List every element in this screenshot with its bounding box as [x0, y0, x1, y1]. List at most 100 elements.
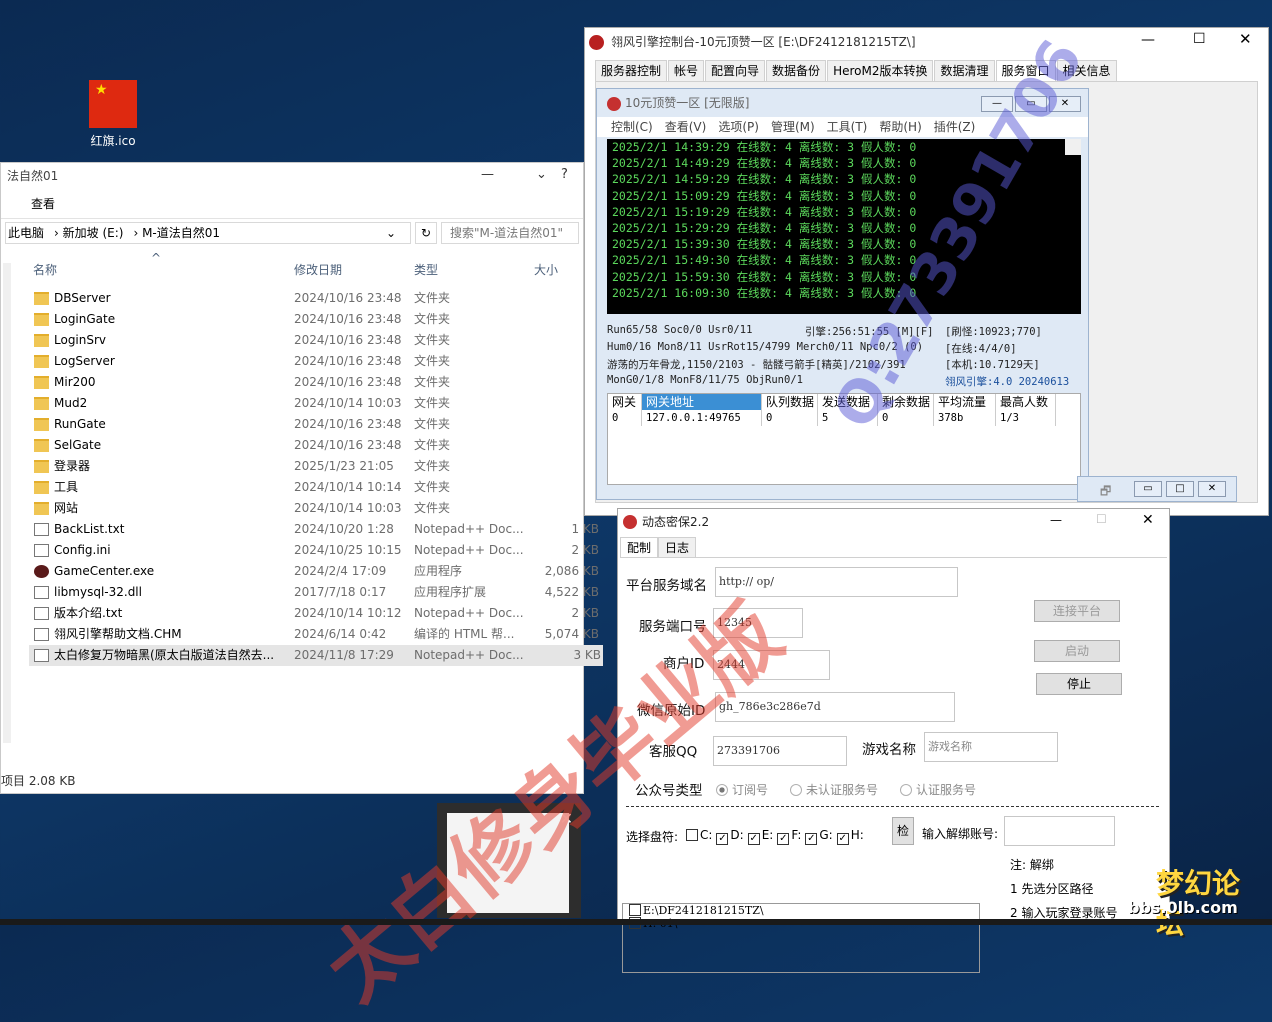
qq-input[interactable]: 273391706: [713, 736, 847, 766]
connect-button[interactable]: 连接平台: [1034, 600, 1120, 622]
menu-item[interactable]: 插件(Z): [934, 120, 976, 134]
file-type: 应用程序扩展: [414, 585, 487, 599]
file-type: 文件夹: [414, 291, 451, 305]
menu-item[interactable]: 工具(T): [827, 120, 868, 134]
menu-item[interactable]: 选项(P): [718, 120, 759, 134]
tab-log[interactable]: 日志: [658, 537, 697, 558]
file-name: libmysql-32.dll: [54, 585, 142, 599]
chevron-down-icon[interactable]: ⌄: [386, 223, 396, 243]
file-row[interactable]: DBServer 2024/10/16 23:48 文件夹: [1, 288, 583, 309]
gateway-header[interactable]: 队列数据: [762, 394, 818, 410]
col-date[interactable]: 修改日期: [294, 261, 342, 278]
scrollbar[interactable]: [1065, 139, 1081, 156]
breadcrumb[interactable]: 此电脑 › 新加坡 (E:) › M-道法自然01 ⌄: [5, 222, 411, 244]
stop-button[interactable]: 停止: [1036, 673, 1122, 695]
file-icon: [34, 628, 49, 641]
radio-subscription[interactable]: 订阅号: [716, 781, 768, 798]
file-size: 2 KB: [571, 606, 599, 620]
restore-icon[interactable]: ▭: [1134, 481, 1162, 497]
drive-checkbox[interactable]: C:: [682, 828, 712, 842]
maximize-icon[interactable]: □: [1166, 481, 1194, 497]
engine-tab[interactable]: 数据清理: [934, 60, 995, 81]
menu-item[interactable]: 控制(C): [611, 120, 653, 134]
file-row[interactable]: LogServer 2024/10/16 23:48 文件夹: [1, 351, 583, 372]
file-row[interactable]: 网站 2024/10/14 10:03 文件夹: [1, 498, 583, 519]
tab-config[interactable]: 配制: [620, 537, 659, 558]
gateway-header[interactable]: 最高人数: [996, 394, 1056, 410]
file-row[interactable]: 登录器 2025/1/23 21:05 文件夹: [1, 456, 583, 477]
engine-tab[interactable]: HeroM2版本转换: [827, 60, 934, 81]
close-icon[interactable]: ✕: [1239, 30, 1252, 48]
menu-item[interactable]: 管理(M): [771, 120, 815, 134]
folder-icon: [34, 292, 49, 305]
radio-unverified[interactable]: 未认证服务号: [790, 781, 878, 798]
file-row[interactable]: 工具 2024/10/14 10:14 文件夹: [1, 477, 583, 498]
drive-checkbox[interactable]: ✓ D:: [712, 828, 744, 845]
file-row[interactable]: GameCenter.exe 2024/2/4 17:09 应用程序 2,086 KB: [1, 561, 599, 582]
close-icon[interactable]: ✕: [1142, 512, 1154, 528]
file-row[interactable]: BackList.txt 2024/10/20 1:28 Notepad++ Doc…: [1, 519, 599, 540]
file-row[interactable]: LoginSrv 2024/10/16 23:48 文件夹: [1, 330, 583, 351]
refresh-icon[interactable]: ↻: [415, 222, 437, 244]
radio-verified[interactable]: 认证服务号: [900, 781, 976, 798]
file-row[interactable]: libmysql-32.dll 2017/7/18 0:17 应用程序扩展 4,522…: [1, 582, 599, 603]
breadcrumb-item[interactable]: 新加坡 (E:): [63, 226, 124, 240]
engine-tab[interactable]: 数据备份: [766, 60, 827, 81]
chevron-down-icon[interactable]: ⌄: [536, 167, 547, 182]
close-icon[interactable]: ✕: [1198, 481, 1226, 497]
gateway-header[interactable]: 网关: [608, 394, 642, 410]
col-type[interactable]: 类型: [414, 261, 438, 278]
scrollbar[interactable]: [3, 263, 11, 743]
path-list[interactable]: E:\DF2412181215TZ\H: 01\: [622, 903, 980, 973]
drive-checkbox[interactable]: ✓ F:: [773, 828, 801, 845]
maximize-icon[interactable]: ☐: [1193, 31, 1206, 47]
file-name: 登录器: [54, 459, 91, 473]
breadcrumb-item[interactable]: 此电脑: [8, 226, 44, 240]
file-row[interactable]: Mir200 2024/10/16 23:48 文件夹: [1, 372, 583, 393]
engine-tab[interactable]: 帐号: [668, 60, 705, 81]
minimized-title: 🗗: [1100, 484, 1112, 498]
engine-tab[interactable]: 配置向导: [705, 60, 766, 81]
menu-item[interactable]: 查看(V): [665, 120, 707, 134]
drive-checkbox[interactable]: ✓ G:: [801, 828, 833, 845]
file-type: 文件夹: [414, 312, 451, 326]
drive-checkbox[interactable]: ✓ E:: [744, 828, 773, 845]
start-button[interactable]: 启动: [1034, 640, 1120, 662]
platform-input[interactable]: http:// op/: [715, 567, 958, 597]
file-row[interactable]: RunGate 2024/10/16 23:48 文件夹: [1, 414, 583, 435]
file-row[interactable]: 翎风引擎帮助文档.CHM 2024/6/14 0:42 编译的 HTML 帮... 5…: [1, 624, 599, 645]
file-row[interactable]: LoginGate 2024/10/16 23:48 文件夹: [1, 309, 583, 330]
file-name: 版本介绍.txt: [54, 606, 123, 620]
gateway-header[interactable]: 平均流量: [934, 394, 996, 410]
col-size[interactable]: 大小: [534, 261, 558, 278]
explorer-menu-view[interactable]: 查看: [1, 189, 583, 219]
engine-tab[interactable]: 服务器控制: [595, 60, 668, 81]
menu-item[interactable]: 帮助(H): [879, 120, 921, 134]
minimize-icon[interactable]: —: [481, 167, 494, 182]
gateway-header[interactable]: 网关地址: [642, 394, 762, 410]
log-line: 2025/2/1 15:29:29 在线数: 4 离线数: 3 假人数: 0: [612, 220, 917, 235]
file-row[interactable]: SelGate 2024/10/16 23:48 文件夹: [1, 435, 583, 456]
minimized-window[interactable]: 🗗 ▭ □ ✕: [1077, 476, 1237, 502]
file-size: 2,086 KB: [544, 564, 599, 578]
col-name[interactable]: 名称: [33, 261, 57, 278]
file-row[interactable]: 太白修复万物暗黑(原太白版道法自然去... 2024/11/8 17:29 Note…: [29, 645, 603, 666]
file-row[interactable]: Mud2 2024/10/14 10:03 文件夹: [1, 393, 583, 414]
check-button[interactable]: 检: [892, 817, 914, 845]
desktop-icon-flag[interactable]: ★ 红旗.ico: [78, 80, 148, 149]
path-text: E:\DF2412181215TZ\: [643, 904, 764, 917]
help-icon[interactable]: ?: [561, 167, 568, 182]
drive-checkbox[interactable]: ✓ H:: [833, 828, 864, 845]
file-row[interactable]: 版本介绍.txt 2024/10/14 10:12 Notepad++ Doc...…: [1, 603, 599, 624]
unbind-input[interactable]: [1004, 816, 1115, 846]
file-row[interactable]: Config.ini 2024/10/25 10:15 Notepad++ Doc.…: [1, 540, 599, 561]
minimize-icon[interactable]: —: [1050, 513, 1062, 527]
search-input[interactable]: 搜索"M-道法自然01": [441, 222, 579, 244]
file-type: 文件夹: [414, 417, 451, 431]
minimize-icon[interactable]: —: [1141, 32, 1155, 48]
breadcrumb-item[interactable]: M-道法自然01: [142, 226, 220, 240]
stat-line: MonG0/1/8 MonF8/11/75 ObjRun0/1: [607, 373, 803, 386]
file-date: 2017/7/18 0:17: [294, 585, 387, 599]
game-input[interactable]: 游戏名称: [924, 732, 1058, 762]
path-item[interactable]: E:\DF2412181215TZ\: [625, 904, 979, 917]
